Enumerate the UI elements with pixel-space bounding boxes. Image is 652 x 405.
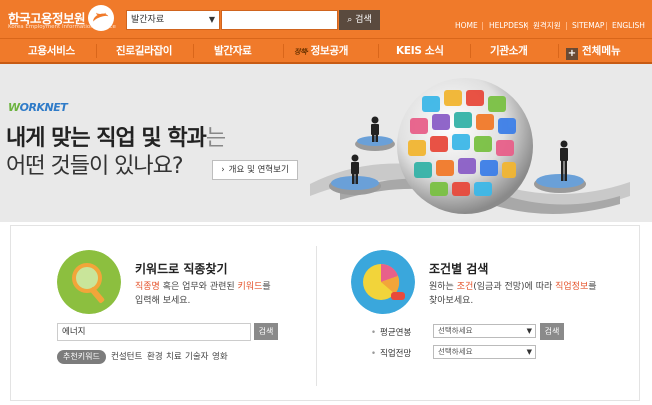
nav-separator (96, 44, 97, 58)
keyword-search-button[interactable]: 검색 (254, 323, 278, 340)
desc-highlight: 키워드 (237, 282, 263, 292)
job-outlook-label: • 직업전망 (371, 347, 411, 359)
magnifier-illustration-icon (57, 250, 121, 314)
desc-text: 혹은 업무와 관련된 (159, 282, 238, 292)
worknet-logo-w: W (8, 101, 20, 114)
util-separator (566, 22, 567, 30)
search-category-select[interactable]: 발간자료 ▼ (126, 10, 220, 30)
all-menu-label: 전체메뉴 (582, 45, 621, 57)
platform (357, 136, 393, 146)
search-category-value: 발간자료 (131, 15, 165, 25)
dropdown-arrow-icon: ▼ (526, 348, 532, 356)
desc-highlight: 직종명 (135, 282, 160, 292)
nav-item-info-prefix: 정책· (294, 48, 309, 56)
recommended-keyword[interactable]: 환경 (147, 350, 163, 364)
dropdown-arrow-icon: ▼ (526, 327, 532, 335)
util-separator (527, 22, 528, 30)
search-button-label: 검색 (355, 15, 372, 25)
bullet-icon: • (371, 328, 377, 338)
dropdown-arrow-icon: ▼ (208, 15, 215, 24)
search-button[interactable]: ⌕ 검색 (339, 10, 380, 30)
platform (331, 176, 379, 190)
logo-mark-icon (88, 5, 114, 31)
desc-highlight: 직업정보 (555, 282, 589, 292)
desc-text: 를 (262, 282, 271, 292)
util-link-remote-support[interactable]: 원격지원 (533, 20, 561, 32)
job-outlook-select[interactable]: 선택하세요 ▼ (433, 345, 536, 359)
util-separator (606, 22, 607, 30)
condition-search-title: 조건별 검색 (429, 262, 489, 276)
nav-separator (283, 44, 284, 58)
avg-salary-select-value: 선택하세요 (438, 326, 473, 335)
nav-item-keis-news[interactable]: KEIS 소식 (396, 39, 444, 63)
worknet-logo: WORKNET (8, 101, 68, 114)
recommended-keyword[interactable]: 기술자 (185, 350, 208, 364)
hero-subheadline: 어떤 것들이 있나요? (6, 154, 184, 179)
avg-salary-select[interactable]: 선택하세요 ▼ (433, 324, 536, 338)
history-overview-button[interactable]: › 개요 및 연혁보기 (212, 160, 298, 180)
search-input[interactable] (221, 10, 338, 30)
worknet-logo-text: ORKNET (19, 101, 68, 114)
all-menu-button[interactable]: + 전체메뉴 (566, 39, 621, 63)
avg-salary-label: • 평균연봉 (371, 326, 411, 338)
nav-separator (470, 44, 471, 58)
recommended-keywords-label: 추천키워드 (57, 350, 106, 364)
nav-separator (193, 44, 194, 58)
job-search-panel: 키워드로 직종찾기 직종명 혹은 업무와 관련된 키워드를 입력해 보세요. 에… (10, 225, 640, 401)
hero-headline-suffix: 는 (205, 126, 226, 151)
job-outlook-select-value: 선택하세요 (438, 347, 473, 356)
desc-text: 찾아보세요. (429, 296, 474, 306)
plus-icon: + (566, 48, 578, 60)
recommended-keyword[interactable]: 컨설턴트 (111, 350, 142, 364)
job-outlook-label-text: 직업전망 (380, 349, 412, 359)
condition-search-desc: 원하는 조건(임금과 전망)에 따라 직업정보를 찾아보세요. (429, 280, 597, 308)
history-overview-label: 개요 및 연혁보기 (228, 165, 289, 175)
keyword-search-title: 키워드로 직종찾기 (135, 262, 228, 276)
site-logo[interactable]: 한국고용정보원 Korea Employment Information Ser… (6, 4, 118, 34)
panel-divider (316, 246, 317, 386)
platform (536, 174, 584, 188)
util-separator (482, 22, 483, 30)
keyword-input[interactable]: 에너지 (57, 323, 251, 341)
util-link-sitemap[interactable]: SITEMAP (572, 20, 604, 32)
main-nav: 고용서비스 진로길라잡이 발간자료 정책· 정보공개 KEIS 소식 기관소개 +… (0, 38, 652, 64)
chevron-right-icon: › (221, 165, 225, 175)
condition-search-button[interactable]: 검색 (540, 323, 564, 340)
recommended-keyword[interactable]: 영화 (212, 350, 228, 364)
desc-highlight: 조건 (456, 282, 474, 292)
desc-text: 를 (588, 282, 597, 292)
magnifier-icon: ⌕ (347, 15, 353, 25)
nav-item-info-disclosure[interactable]: 정책· 정보공개 (294, 39, 348, 63)
util-link-english[interactable]: ENGLISH (612, 20, 645, 32)
util-link-home[interactable]: HOME (455, 20, 478, 32)
bullet-icon: • (371, 349, 377, 359)
desc-text: 입력해 보세요. (135, 296, 191, 306)
nav-item-about[interactable]: 기관소개 (490, 39, 528, 63)
nav-item-employment-service[interactable]: 고용서비스 (28, 39, 75, 63)
util-link-helpdesk[interactable]: HELPDESK (489, 20, 528, 32)
top-bar: 한국고용정보원 Korea Employment Information Ser… (0, 0, 652, 38)
nav-separator (378, 44, 379, 58)
nav-separator (558, 44, 559, 58)
recommended-keyword[interactable]: 치료 (166, 350, 182, 364)
nav-item-info-label: 정보공개 (310, 45, 349, 57)
desc-text: (임금과 전망)에 따라 (473, 282, 556, 292)
desc-text: 원하는 (429, 282, 457, 292)
avg-salary-label-text: 평균연봉 (380, 328, 412, 338)
nav-item-career-guide[interactable]: 진로길라잡이 (116, 39, 172, 63)
hero-illustration (310, 78, 630, 214)
nav-item-publications[interactable]: 발간자료 (214, 39, 252, 63)
hero-banner: WORKNET 내게 맞는 직업 및 학과는 어떤 것들이 있나요? › 개요 및… (0, 64, 652, 222)
keyword-search-desc: 직종명 혹은 업무와 관련된 키워드를 입력해 보세요. (135, 280, 271, 308)
pie-chart-illustration-icon (351, 250, 415, 314)
